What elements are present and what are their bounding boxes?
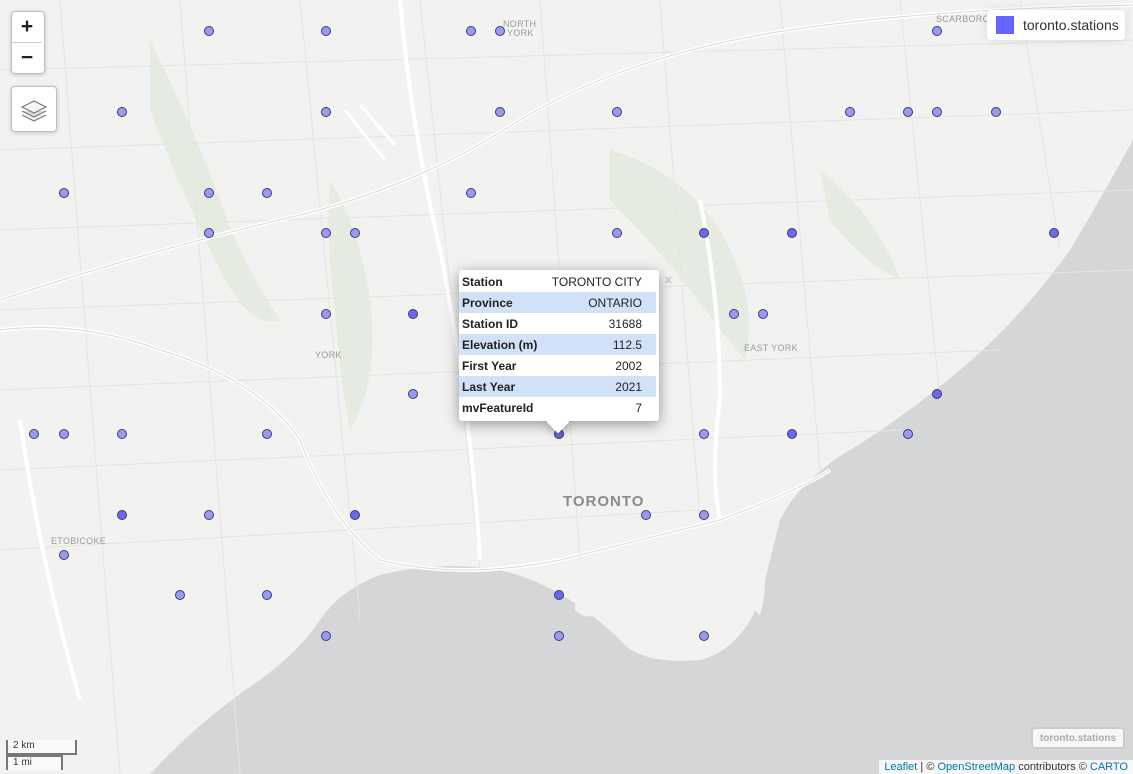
station-marker[interactable]	[554, 590, 564, 600]
layers-icon	[20, 100, 48, 122]
popup-key: Station ID	[459, 313, 544, 334]
popup-table: Station TORONTO CITY Province ONTARIO Stat…	[459, 271, 656, 418]
station-marker[interactable]	[262, 590, 272, 600]
legend: toronto.stations	[987, 10, 1125, 40]
popup-value: 2002	[543, 355, 656, 376]
popup-row-elevation: Elevation (m) 112.5	[459, 334, 656, 355]
station-marker[interactable]	[204, 228, 214, 238]
popup-row-first-year: First Year 2002	[459, 355, 656, 376]
station-marker[interactable]	[262, 188, 272, 198]
zoom-control: + −	[11, 11, 45, 74]
station-marker[interactable]	[787, 429, 797, 439]
station-marker[interactable]	[787, 228, 797, 238]
station-marker[interactable]	[59, 429, 69, 439]
station-marker[interactable]	[408, 389, 418, 399]
station-marker[interactable]	[59, 550, 69, 560]
station-marker[interactable]	[991, 107, 1001, 117]
zoom-out-button[interactable]: −	[12, 43, 42, 73]
station-marker[interactable]	[59, 188, 69, 198]
layer-zoom-button[interactable]: toronto.stations	[1031, 727, 1125, 749]
station-marker[interactable]	[641, 510, 651, 520]
place-label-north-york: YORK	[507, 28, 534, 38]
scale-mi: 1 mi	[6, 755, 63, 770]
popup-value: 7	[543, 397, 656, 418]
station-marker[interactable]	[699, 510, 709, 520]
popup-row-feature-id: mvFeatureId 7	[459, 397, 656, 418]
station-marker[interactable]	[932, 389, 942, 399]
station-marker[interactable]	[204, 510, 214, 520]
station-marker[interactable]	[845, 107, 855, 117]
station-marker[interactable]	[699, 228, 709, 238]
map[interactable]: NORTH YORK SCARBORO YORK EAST YORK ETOBI…	[0, 0, 1133, 774]
legend-label: toronto.stations	[1023, 17, 1119, 33]
popup-row-station: Station TORONTO CITY	[459, 271, 656, 292]
station-marker[interactable]	[321, 228, 331, 238]
station-marker[interactable]	[1049, 228, 1059, 238]
popup-value: ONTARIO	[543, 292, 656, 313]
station-marker[interactable]	[175, 590, 185, 600]
station-marker[interactable]	[466, 26, 476, 36]
station-marker[interactable]	[932, 107, 942, 117]
station-marker[interactable]	[204, 188, 214, 198]
legend-swatch	[996, 16, 1014, 34]
popup-value: 2021	[543, 376, 656, 397]
popup-key: Last Year	[459, 376, 544, 397]
popup-key: mvFeatureId	[459, 397, 544, 418]
station-marker[interactable]	[495, 26, 505, 36]
station-marker[interactable]	[495, 107, 505, 117]
station-marker[interactable]	[466, 188, 476, 198]
popup-key: Province	[459, 292, 544, 313]
station-marker[interactable]	[903, 429, 913, 439]
place-label-scarborough: SCARBORO	[936, 14, 990, 24]
station-marker[interactable]	[408, 309, 418, 319]
place-label-york: YORK	[315, 350, 342, 360]
popup-row-province: Province ONTARIO	[459, 292, 656, 313]
station-marker[interactable]	[117, 510, 127, 520]
popup-value: 31688	[543, 313, 656, 334]
station-marker[interactable]	[903, 107, 913, 117]
station-marker[interactable]	[699, 429, 709, 439]
attribution: Leaflet | © OpenStreetMap contributors ©…	[879, 760, 1133, 774]
attribution-contrib: contributors ©	[1015, 761, 1090, 773]
station-marker[interactable]	[350, 228, 360, 238]
popup-value: TORONTO CITY	[543, 271, 656, 292]
popup-close-button[interactable]: ×	[664, 272, 673, 289]
station-marker[interactable]	[932, 26, 942, 36]
layers-control-button[interactable]	[11, 86, 57, 132]
leaflet-link[interactable]: Leaflet	[884, 761, 917, 773]
station-marker[interactable]	[321, 26, 331, 36]
station-marker[interactable]	[612, 107, 622, 117]
popup-row-station-id: Station ID 31688	[459, 313, 656, 334]
popup-value: 112.5	[543, 334, 656, 355]
carto-link[interactable]: CARTO	[1090, 761, 1128, 773]
zoom-in-button[interactable]: +	[12, 12, 42, 43]
popup-content: Station TORONTO CITY Province ONTARIO Stat…	[459, 270, 659, 421]
osm-link[interactable]: OpenStreetMap	[937, 761, 1015, 773]
station-marker[interactable]	[321, 631, 331, 641]
station-marker[interactable]	[321, 107, 331, 117]
station-marker[interactable]	[729, 309, 739, 319]
station-marker[interactable]	[321, 309, 331, 319]
station-marker[interactable]	[204, 26, 214, 36]
place-label-toronto: TORONTO	[563, 493, 645, 510]
station-marker[interactable]	[758, 309, 768, 319]
place-label-etobicoke: ETOBICOKE	[51, 536, 107, 546]
popup-key: Station	[459, 271, 544, 292]
station-marker[interactable]	[612, 228, 622, 238]
popup-key: First Year	[459, 355, 544, 376]
station-marker[interactable]	[262, 429, 272, 439]
popup-key: Elevation (m)	[459, 334, 544, 355]
attribution-sep: | ©	[917, 761, 938, 773]
station-marker[interactable]	[117, 429, 127, 439]
place-label-east-york: EAST YORK	[744, 343, 798, 353]
station-marker[interactable]	[117, 107, 127, 117]
station-marker[interactable]	[350, 510, 360, 520]
station-marker[interactable]	[699, 631, 709, 641]
station-marker[interactable]	[29, 429, 39, 439]
station-marker[interactable]	[554, 631, 564, 641]
scale-km: 2 km	[6, 740, 77, 755]
station-popup: Station TORONTO CITY Province ONTARIO Stat…	[459, 270, 673, 434]
popup-row-last-year: Last Year 2021	[459, 376, 656, 397]
